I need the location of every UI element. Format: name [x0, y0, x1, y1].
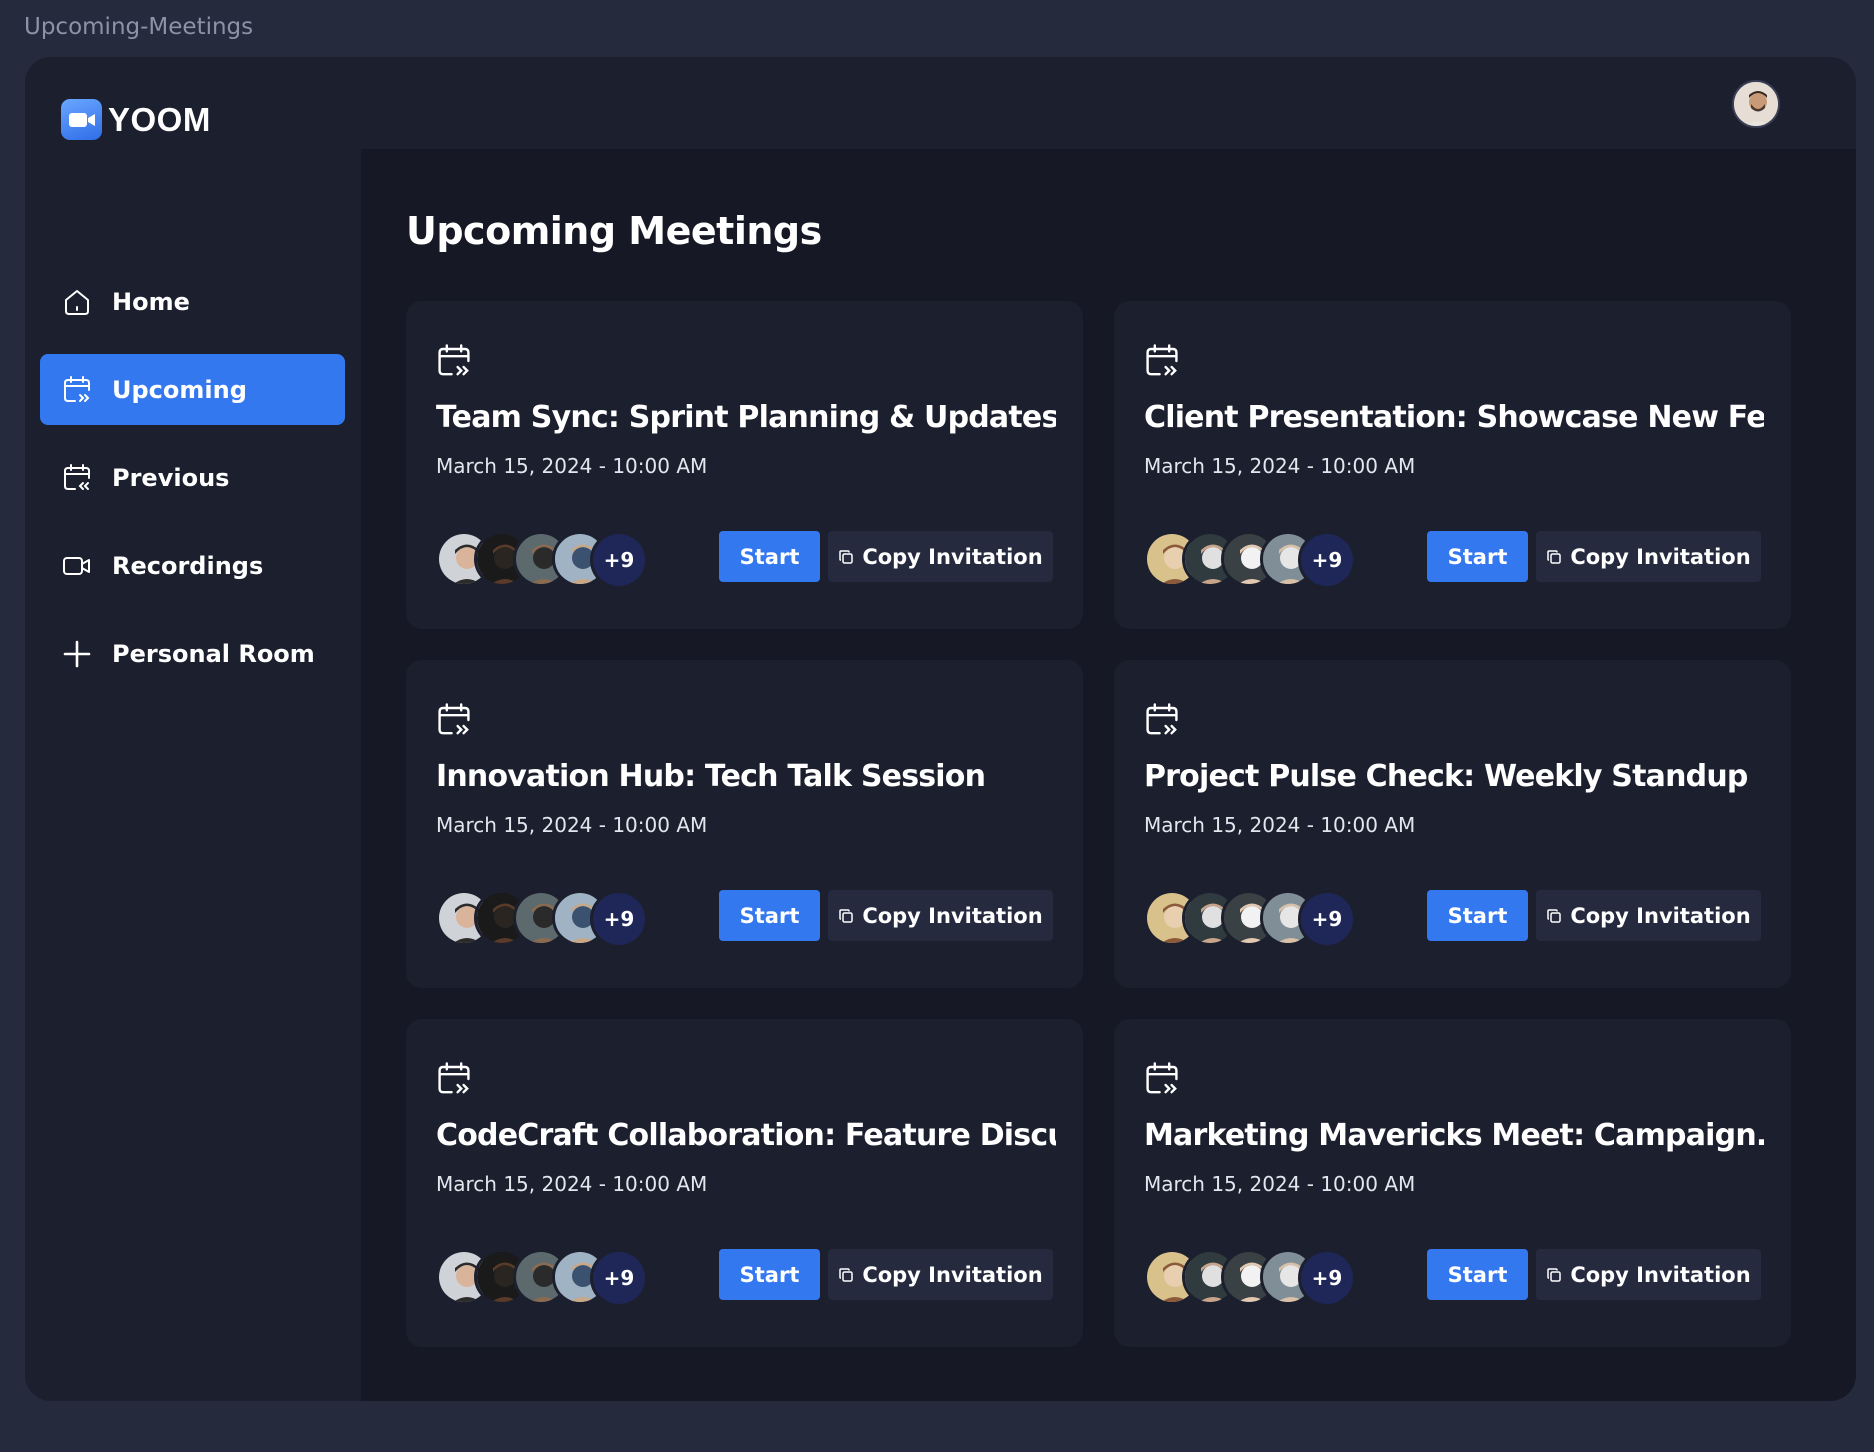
meeting-title: Project Pulse Check: Weekly Standup	[1144, 759, 1748, 794]
start-button[interactable]: Start	[1427, 1249, 1528, 1300]
copy-invitation-button[interactable]: Copy Invitation	[828, 531, 1053, 582]
sidebar-item-personal-room[interactable]: Personal Room	[40, 618, 345, 689]
calendar-previous-icon	[62, 463, 92, 493]
sidebar-item-recordings[interactable]: Recordings	[40, 530, 345, 601]
more-attendees-badge: +9	[1298, 1249, 1356, 1307]
meeting-card: Marketing Mavericks Meet: Campaign... Ma…	[1114, 1019, 1791, 1347]
attendee-avatars: +9	[436, 531, 656, 589]
meeting-date: March 15, 2024 - 10:00 AM	[436, 813, 708, 837]
sidebar-item-upcoming[interactable]: Upcoming	[40, 354, 345, 425]
meeting-title: Marketing Mavericks Meet: Campaign...	[1144, 1118, 1764, 1153]
meeting-date: March 15, 2024 - 10:00 AM	[436, 454, 708, 478]
copy-invitation-button[interactable]: Copy Invitation	[1536, 531, 1761, 582]
plus-icon	[62, 639, 92, 669]
calendar-upcoming-icon	[62, 375, 92, 405]
meeting-card: Innovation Hub: Tech Talk Session March …	[406, 660, 1083, 988]
sidebar-item-label: Upcoming	[112, 375, 247, 404]
sidebar-item-home[interactable]: Home	[40, 266, 345, 337]
calendar-upcoming-icon	[1144, 702, 1180, 738]
start-button[interactable]: Start	[1427, 890, 1528, 941]
attendee-avatars: +9	[1144, 531, 1364, 589]
frame-title: Upcoming-Meetings	[24, 14, 254, 40]
more-attendees-badge: +9	[590, 890, 648, 948]
sidebar-item-previous[interactable]: Previous	[40, 442, 345, 513]
start-button[interactable]: Start	[719, 531, 820, 582]
copy-invitation-label: Copy Invitation	[1570, 544, 1751, 569]
copy-invitation-label: Copy Invitation	[862, 1262, 1043, 1287]
copy-invitation-button[interactable]: Copy Invitation	[1536, 890, 1761, 941]
meeting-grid: Team Sync: Sprint Planning & Updates Mar…	[406, 301, 1791, 1347]
more-attendees-badge: +9	[1298, 531, 1356, 589]
copy-invitation-label: Copy Invitation	[1570, 903, 1751, 928]
meeting-date: March 15, 2024 - 10:00 AM	[436, 1172, 708, 1196]
app-name: YOOM	[108, 100, 211, 138]
copy-invitation-label: Copy Invitation	[862, 544, 1043, 569]
copy-invitation-label: Copy Invitation	[1570, 1262, 1751, 1287]
calendar-upcoming-icon	[436, 343, 472, 379]
meeting-date: March 15, 2024 - 10:00 AM	[1144, 454, 1416, 478]
copy-icon	[1547, 549, 1562, 564]
calendar-upcoming-icon	[1144, 343, 1180, 379]
attendee-avatars: +9	[436, 1249, 656, 1307]
top-navbar: YOOM	[25, 57, 1856, 149]
attendee-avatars: +9	[1144, 1249, 1364, 1307]
sidebar-item-label: Personal Room	[112, 639, 315, 668]
meeting-card: Client Presentation: Showcase New Fe... …	[1114, 301, 1791, 629]
meeting-card: Project Pulse Check: Weekly Standup Marc…	[1114, 660, 1791, 988]
copy-invitation-label: Copy Invitation	[862, 903, 1043, 928]
sidebar: Home Upcoming Previous Recordings Person…	[25, 149, 361, 1401]
copy-icon	[839, 1267, 854, 1282]
sidebar-item-label: Recordings	[112, 551, 264, 580]
app-window: YOOM Home Upcoming Previous Recordings P…	[25, 57, 1856, 1401]
home-icon	[62, 287, 92, 317]
user-avatar[interactable]	[1732, 80, 1780, 128]
more-attendees-badge: +9	[590, 531, 648, 589]
calendar-upcoming-icon	[1144, 1061, 1180, 1097]
meeting-title: Client Presentation: Showcase New Fe...	[1144, 400, 1764, 435]
copy-icon	[839, 908, 854, 923]
sidebar-item-label: Previous	[112, 463, 230, 492]
start-button[interactable]: Start	[1427, 531, 1528, 582]
sidebar-item-label: Home	[112, 287, 190, 316]
calendar-upcoming-icon	[436, 1061, 472, 1097]
video-icon	[62, 551, 92, 581]
attendee-avatars: +9	[1144, 890, 1364, 948]
meeting-title: Team Sync: Sprint Planning & Updates	[436, 400, 1056, 435]
start-button[interactable]: Start	[719, 890, 820, 941]
start-button[interactable]: Start	[719, 1249, 820, 1300]
copy-invitation-button[interactable]: Copy Invitation	[828, 890, 1053, 941]
copy-icon	[839, 549, 854, 564]
more-attendees-badge: +9	[1298, 890, 1356, 948]
copy-invitation-button[interactable]: Copy Invitation	[828, 1249, 1053, 1300]
meeting-date: March 15, 2024 - 10:00 AM	[1144, 813, 1416, 837]
meeting-title: CodeCraft Collaboration: Feature Discu..…	[436, 1118, 1056, 1153]
main-content: Upcoming Meetings Team Sync: Sprint Plan…	[361, 149, 1856, 1401]
meeting-title: Innovation Hub: Tech Talk Session	[436, 759, 986, 794]
attendee-avatars: +9	[436, 890, 656, 948]
meeting-card: Team Sync: Sprint Planning & Updates Mar…	[406, 301, 1083, 629]
copy-icon	[1547, 908, 1562, 923]
logo[interactable]: YOOM	[61, 99, 211, 140]
calendar-upcoming-icon	[436, 702, 472, 738]
meeting-card: CodeCraft Collaboration: Feature Discu..…	[406, 1019, 1083, 1347]
more-attendees-badge: +9	[590, 1249, 648, 1307]
copy-icon	[1547, 1267, 1562, 1282]
copy-invitation-button[interactable]: Copy Invitation	[1536, 1249, 1761, 1300]
page-title: Upcoming Meetings	[406, 209, 822, 253]
camera-logo-icon	[61, 99, 102, 140]
meeting-date: March 15, 2024 - 10:00 AM	[1144, 1172, 1416, 1196]
